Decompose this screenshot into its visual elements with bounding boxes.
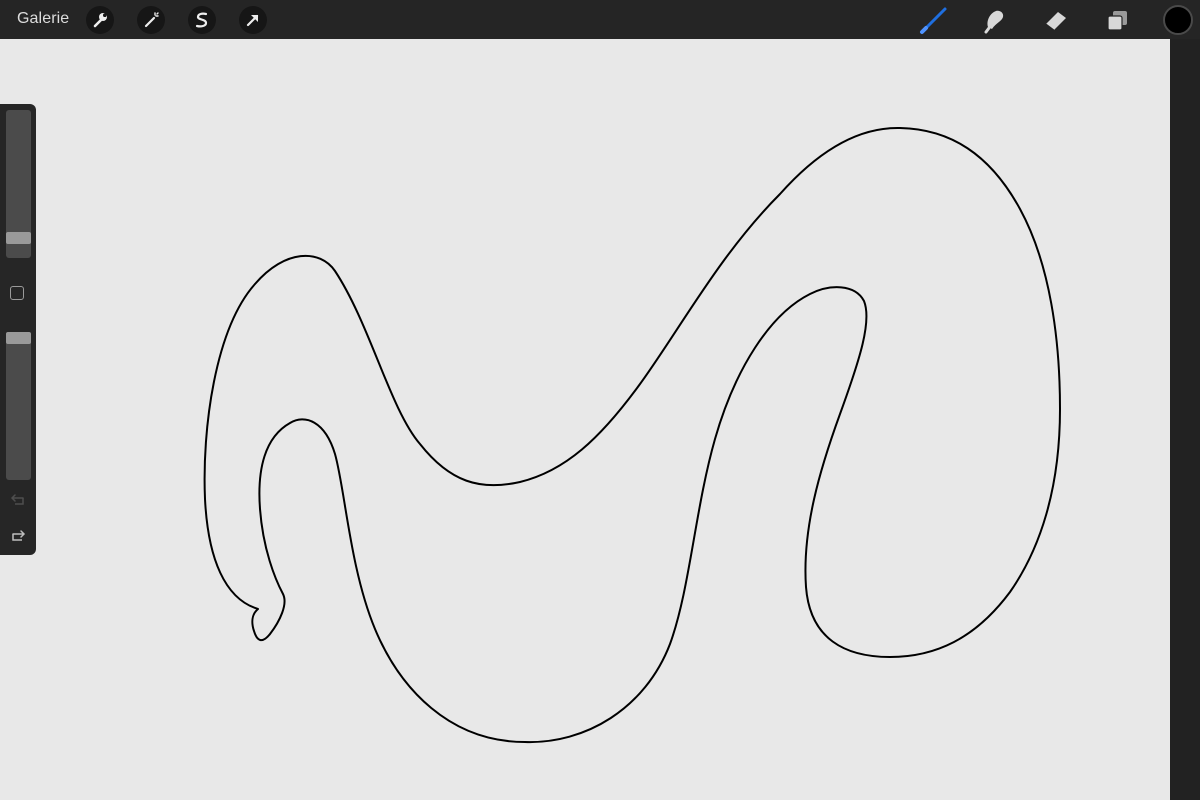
actions-button[interactable] xyxy=(86,6,114,34)
brush-size-thumb[interactable] xyxy=(6,232,31,244)
undo-arrow-icon xyxy=(10,494,24,505)
magic-wand-icon xyxy=(144,12,159,28)
opacity-slider[interactable] xyxy=(6,332,31,480)
drawing-stroke-layer xyxy=(203,126,1061,744)
color-swatch[interactable] xyxy=(1163,5,1193,35)
modify-button[interactable] xyxy=(10,286,24,300)
layers-button[interactable] xyxy=(1102,5,1132,35)
adjustments-button[interactable] xyxy=(137,6,165,34)
brush-icon xyxy=(920,7,947,34)
layers-icon xyxy=(1107,11,1127,31)
smudge-tool-button[interactable] xyxy=(980,5,1010,35)
redo-arrow-icon xyxy=(12,530,26,541)
top-toolbar: Galerie xyxy=(0,0,1200,39)
undo-button[interactable] xyxy=(7,492,29,510)
gallery-link[interactable]: Galerie xyxy=(17,9,69,29)
brush-size-slider[interactable] xyxy=(6,110,31,258)
transform-button[interactable] xyxy=(239,6,267,34)
drawn-curve-stroke xyxy=(203,126,1061,744)
eraser-tool-button[interactable] xyxy=(1041,5,1071,35)
smudge-icon xyxy=(984,10,1004,34)
opacity-thumb[interactable] xyxy=(6,332,31,344)
brush-tool-button[interactable] xyxy=(919,5,949,35)
wrench-icon xyxy=(93,13,107,28)
right-edge-strip xyxy=(1170,39,1200,800)
drawing-canvas[interactable] xyxy=(0,39,1170,800)
redo-button[interactable] xyxy=(7,528,29,546)
selection-s-icon xyxy=(195,12,208,28)
eraser-icon xyxy=(1045,12,1066,31)
left-sidebar xyxy=(0,104,36,555)
selection-button[interactable] xyxy=(188,6,216,34)
procreate-app: Galerie xyxy=(0,0,1200,800)
transform-arrow-icon xyxy=(246,14,259,27)
